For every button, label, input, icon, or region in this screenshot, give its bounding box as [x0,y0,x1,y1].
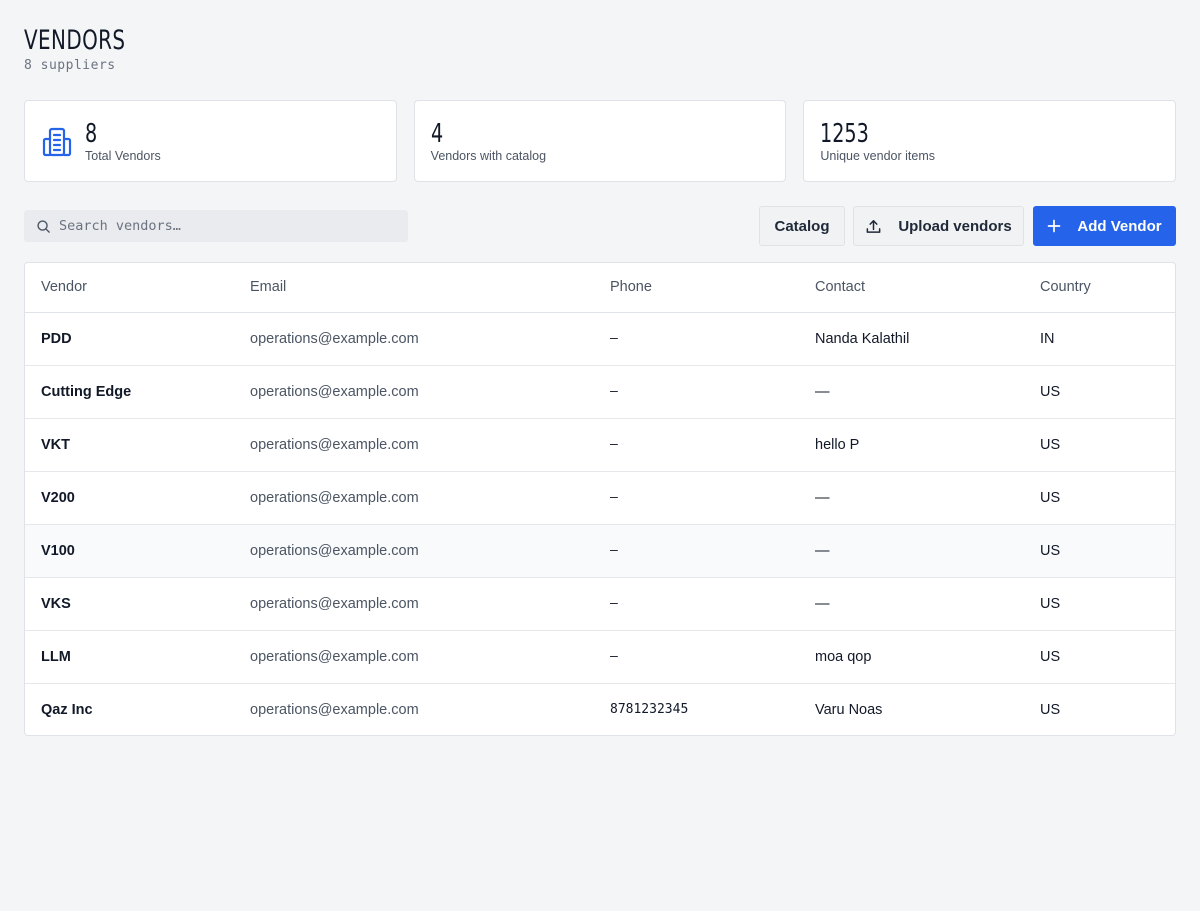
email-cell: operations@example.com [234,524,594,578]
add-vendor-button[interactable]: Add Vendor [1033,206,1176,246]
country-cell: US [1024,577,1175,631]
table-row[interactable]: Qaz Inc operations@example.com 878123234… [25,683,1175,735]
vendor-cell: Qaz Inc [41,701,93,718]
table-row[interactable]: VKS operations@example.com – — US [25,577,1175,631]
contact-cell: — [799,577,1024,631]
vendor-cell: V100 [25,524,234,578]
table-row[interactable]: V100 operations@example.com – — US [25,524,1175,578]
catalog-button-label: Catalog [774,217,830,235]
vendor-cell: PDD [25,312,234,366]
catalog-button[interactable]: Catalog [759,206,845,246]
country-cell: US [1024,471,1175,525]
email-cell: operations@example.com [234,577,594,631]
plus-icon [1048,219,1061,233]
contact-cell: moa qop [799,630,1024,684]
email-cell: operations@example.com [234,418,594,472]
search-box[interactable] [24,210,408,242]
search-input[interactable] [59,218,379,234]
table-header-row: Vendor Email Phone Contact Country [25,263,1175,313]
vendor-cell: VKT [25,418,234,472]
contact-cell: — [799,365,1024,419]
page-header: VENDORS 8 suppliers [24,25,148,74]
page-subtitle: 8 suppliers [24,58,116,73]
email-cell: operations@example.com [234,365,594,419]
column-header-email[interactable]: Email [234,263,594,313]
phone-cell: – [594,577,799,631]
column-header-country[interactable]: Country [1024,263,1175,313]
stat-value: 4 [430,119,443,149]
phone-cell: 8781232345 [610,702,689,718]
column-header-phone[interactable]: Phone [594,263,799,313]
contact-cell: Varu Noas [815,701,883,718]
building-icon [42,127,72,157]
page-title: VENDORS [24,25,126,56]
add-vendor-button-label: Add Vendor [1077,217,1162,235]
upload-vendors-button-label: Upload vendors [898,217,1012,235]
column-header-vendor[interactable]: Vendor [25,263,234,313]
vendor-cell: Cutting Edge [25,365,234,419]
vendor-cell: LLM [25,630,234,684]
stat-card-unique-vendor-items: 1253 Unique vendor items [803,100,1177,182]
stat-label: Vendors with catalog [430,149,547,163]
vendor-cell: V200 [25,471,234,525]
stat-label: Unique vendor items [820,149,935,163]
contact-cell: — [799,471,1024,525]
phone-cell: – [594,418,799,472]
country-cell: US [1024,365,1175,419]
table-row[interactable]: Cutting Edge operations@example.com – — … [25,365,1175,419]
phone-cell: – [594,630,799,684]
vendors-table: Vendor Email Phone Contact Country PDD o… [24,262,1176,736]
stat-value: 1253 [820,119,870,149]
column-header-contact[interactable]: Contact [799,263,1024,313]
upload-vendors-button[interactable]: Upload vendors [853,206,1024,246]
contact-cell: hello P [799,418,1024,472]
upload-icon [866,219,881,233]
vendor-cell: VKS [25,577,234,631]
table-row[interactable]: PDD operations@example.com – Nanda Kalat… [25,312,1175,366]
contact-cell: Nanda Kalathil [799,312,1024,366]
country-cell: IN [1024,312,1175,366]
country-cell: US [1024,630,1175,684]
phone-cell: – [594,312,799,366]
email-cell: operations@example.com [234,312,594,366]
stat-value: 8 [85,119,98,149]
toolbar: Catalog Upload vendors Add Vendor [24,206,1176,246]
email-cell: operations@example.com [250,701,419,718]
email-cell: operations@example.com [234,471,594,525]
phone-cell: – [594,365,799,419]
country-cell: US [1040,701,1061,718]
stats-row: 8 Total Vendors 4 Vendors with catalog 1… [24,100,1177,182]
table-row[interactable]: VKT operations@example.com – hello P US [25,418,1175,472]
search-icon [37,219,50,233]
vendors-page: VENDORS 8 suppliers 8 Total Vendors 4 Ve… [0,0,1200,911]
phone-cell: – [594,471,799,525]
table-row[interactable]: V200 operations@example.com – — US [25,471,1175,525]
country-cell: US [1024,418,1175,472]
stat-card-vendors-with-catalog: 4 Vendors with catalog [413,100,787,182]
contact-cell: — [799,524,1024,578]
phone-cell: – [594,524,799,578]
table-row[interactable]: LLM operations@example.com – moa qop US [25,630,1175,684]
stat-label: Total Vendors [85,149,161,163]
country-cell: US [1024,524,1175,578]
email-cell: operations@example.com [234,630,594,684]
stat-card-total-vendors: 8 Total Vendors [24,100,397,182]
